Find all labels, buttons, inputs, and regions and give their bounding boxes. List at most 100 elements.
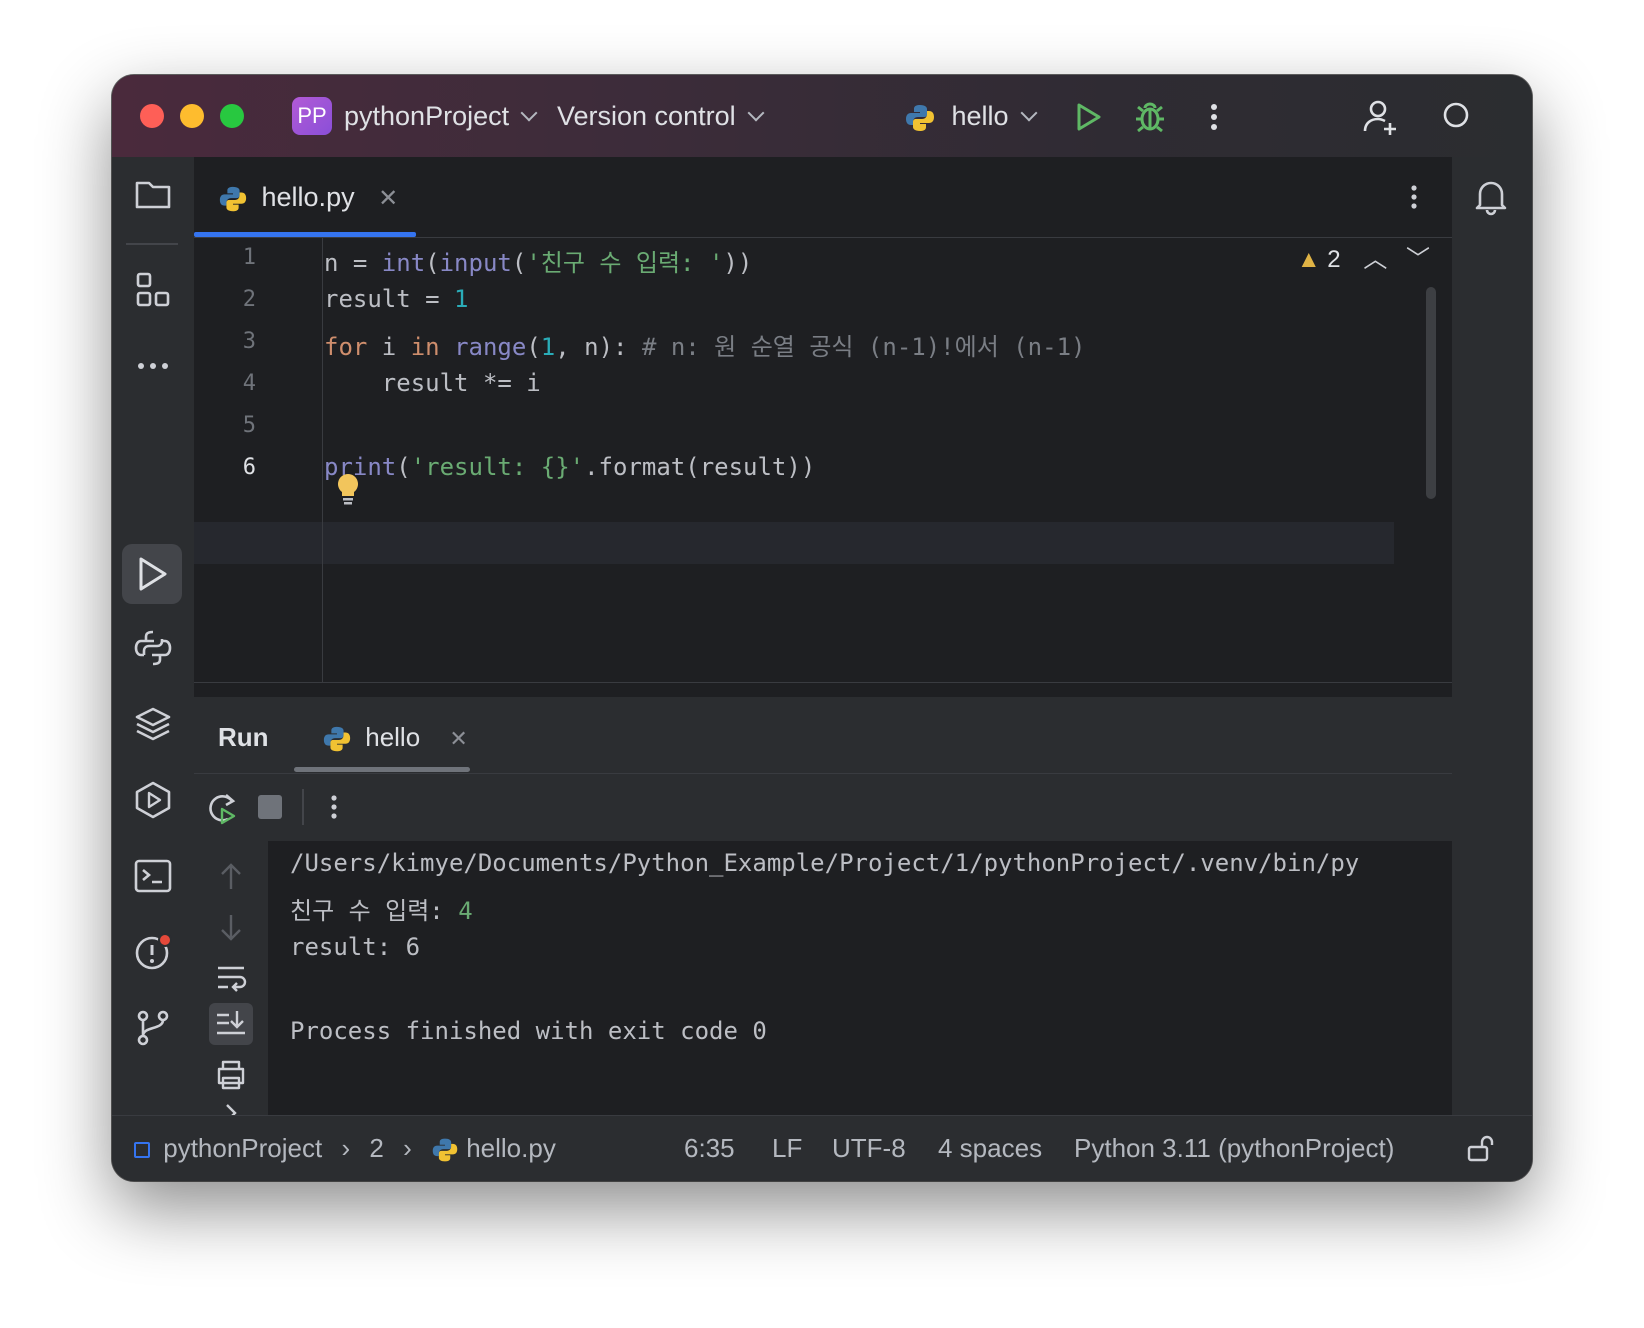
run-icon[interactable] bbox=[1067, 97, 1107, 137]
tab-hello-py[interactable]: hello.py ✕ bbox=[218, 177, 398, 217]
python-icon bbox=[906, 104, 934, 131]
code-line-1: n = int(input('친구 수 입력: ')) bbox=[324, 249, 753, 277]
editor: hello.py ✕ 1 2 3 4 5 6 n = int(input('친구… bbox=[194, 157, 1452, 683]
lock-icon[interactable] bbox=[1464, 1132, 1496, 1164]
arrow-down-icon[interactable] bbox=[213, 909, 249, 945]
warning-count: 2 bbox=[1327, 246, 1341, 273]
line-number: 3 bbox=[242, 329, 256, 354]
console-prompt: 친구 수 입력: bbox=[290, 897, 459, 925]
project-selector[interactable]: pythonProject bbox=[344, 97, 538, 135]
breadcrumb-folder[interactable]: 2 bbox=[369, 1133, 383, 1163]
close-run-tab-icon[interactable]: ✕ bbox=[449, 726, 467, 751]
breadcrumb: pythonProject › 2 › hello.py bbox=[134, 1128, 556, 1168]
left-tool-strip bbox=[112, 157, 195, 1115]
run-config-selector[interactable]: hello bbox=[904, 97, 1038, 135]
previous-highlight-icon[interactable]: ︿ bbox=[1363, 246, 1387, 273]
console-exit-line: Process finished with exit code 0 bbox=[290, 1017, 767, 1045]
editor-scrollbar[interactable] bbox=[1426, 287, 1436, 499]
print-icon[interactable] bbox=[213, 1057, 249, 1093]
code-line-2: result = 1 bbox=[324, 285, 469, 313]
packages-icon[interactable] bbox=[132, 703, 174, 745]
run-tool-button[interactable] bbox=[122, 544, 182, 604]
status-bar: pythonProject › 2 › hello.py 6:35 LF UTF… bbox=[112, 1115, 1532, 1181]
more-tools-icon[interactable] bbox=[132, 345, 174, 387]
python-icon bbox=[219, 186, 247, 212]
code-line-6: print('result: {}'.format(result)) bbox=[324, 453, 816, 481]
stop-icon[interactable] bbox=[258, 795, 282, 819]
editor-tab-bar: hello.py ✕ bbox=[194, 157, 1452, 238]
title-bar: PP pythonProject Version control hello bbox=[112, 75, 1532, 157]
bell-icon[interactable] bbox=[1470, 175, 1512, 217]
python-icon bbox=[323, 726, 351, 752]
soft-wrap-icon[interactable] bbox=[213, 959, 249, 995]
console-input-line: 친구 수 입력: 4 bbox=[290, 891, 473, 926]
python-interpreter[interactable]: Python 3.11 (pythonProject) bbox=[1074, 1128, 1394, 1168]
python-icon bbox=[432, 1138, 458, 1162]
run-tab-bar: Run hello ✕ bbox=[194, 697, 1452, 774]
run-tab-label: hello bbox=[365, 722, 421, 752]
git-icon[interactable] bbox=[132, 1007, 174, 1049]
run-more-icon[interactable] bbox=[316, 789, 352, 825]
run-tab-hello[interactable]: hello ✕ bbox=[322, 717, 468, 759]
scroll-to-end-button[interactable] bbox=[209, 1003, 253, 1045]
close-window-button[interactable] bbox=[140, 104, 164, 128]
run-toolbar bbox=[194, 773, 1452, 842]
console-output[interactable]: /Users/kimye/Documents/Python_Example/Pr… bbox=[268, 841, 1452, 1115]
zoom-window-button[interactable] bbox=[220, 104, 244, 128]
version-control-menu[interactable]: Version control bbox=[557, 97, 765, 135]
line-gutter: 1 2 3 4 5 6 bbox=[194, 237, 323, 682]
python-console-icon[interactable] bbox=[132, 627, 174, 669]
line-number: 5 bbox=[242, 413, 256, 438]
breadcrumb-file[interactable]: hello.py bbox=[466, 1133, 556, 1163]
folder-icon[interactable] bbox=[132, 173, 174, 215]
problems-icon[interactable] bbox=[132, 931, 174, 973]
search-icon[interactable] bbox=[1438, 97, 1478, 137]
services-icon[interactable] bbox=[132, 779, 174, 821]
next-highlight-icon[interactable]: ﹀ bbox=[1406, 246, 1430, 273]
terminal-icon[interactable] bbox=[132, 855, 174, 897]
project-name: pythonProject bbox=[344, 101, 510, 131]
arrow-up-icon[interactable] bbox=[213, 859, 249, 895]
run-config-name: hello bbox=[951, 101, 1009, 131]
code-line-4: result *= i bbox=[324, 369, 541, 397]
run-panel-title: Run bbox=[218, 722, 269, 752]
right-tool-strip bbox=[1451, 157, 1532, 1115]
add-user-icon[interactable] bbox=[1360, 97, 1400, 137]
inspection-widget[interactable]: ▲ 2 ︿ ﹀ bbox=[1297, 245, 1430, 275]
indent-setting[interactable]: 4 spaces bbox=[938, 1128, 1042, 1168]
chevron-down-icon bbox=[1020, 104, 1038, 122]
lightbulb-icon[interactable] bbox=[334, 472, 362, 506]
line-number: 6 bbox=[242, 455, 256, 480]
caret-position[interactable]: 6:35 bbox=[684, 1128, 735, 1168]
rerun-icon[interactable] bbox=[204, 789, 240, 825]
more-options-icon[interactable] bbox=[1194, 97, 1234, 137]
line-separator[interactable]: LF bbox=[772, 1128, 802, 1168]
line-number: 4 bbox=[242, 371, 256, 396]
run-tab-indicator bbox=[294, 767, 470, 772]
line-number: 1 bbox=[242, 245, 256, 270]
console-user-input: 4 bbox=[458, 897, 473, 925]
breadcrumb-separator-icon: › bbox=[341, 1133, 351, 1163]
line-number: 2 bbox=[242, 287, 256, 312]
debug-icon[interactable] bbox=[1130, 97, 1170, 137]
console-result-line: result: 6 bbox=[290, 933, 421, 961]
warning-icon: ▲ bbox=[1296, 246, 1321, 273]
structure-icon[interactable] bbox=[132, 269, 174, 311]
editor-more-icon[interactable] bbox=[1396, 179, 1432, 215]
scroll-to-end-icon bbox=[217, 1011, 245, 1035]
code-line-3: for i in range(1, n): # n: 원 순열 공식 (n-1)… bbox=[324, 333, 1086, 361]
file-encoding[interactable]: UTF-8 bbox=[832, 1128, 906, 1168]
run-icon bbox=[139, 557, 167, 591]
chevron-down-icon bbox=[747, 104, 765, 122]
ide-window: PP pythonProject Version control hello h… bbox=[112, 75, 1532, 1181]
tab-label: hello.py bbox=[261, 182, 355, 212]
minimize-window-button[interactable] bbox=[180, 104, 204, 128]
breadcrumb-project[interactable]: pythonProject bbox=[163, 1133, 322, 1163]
version-control-label: Version control bbox=[557, 101, 736, 131]
console-side-toolbar bbox=[194, 841, 269, 1122]
console-path-line: /Users/kimye/Documents/Python_Example/Pr… bbox=[290, 849, 1360, 877]
close-tab-icon[interactable]: ✕ bbox=[378, 185, 398, 212]
module-icon bbox=[134, 1142, 150, 1159]
chevron-down-icon bbox=[520, 104, 538, 122]
